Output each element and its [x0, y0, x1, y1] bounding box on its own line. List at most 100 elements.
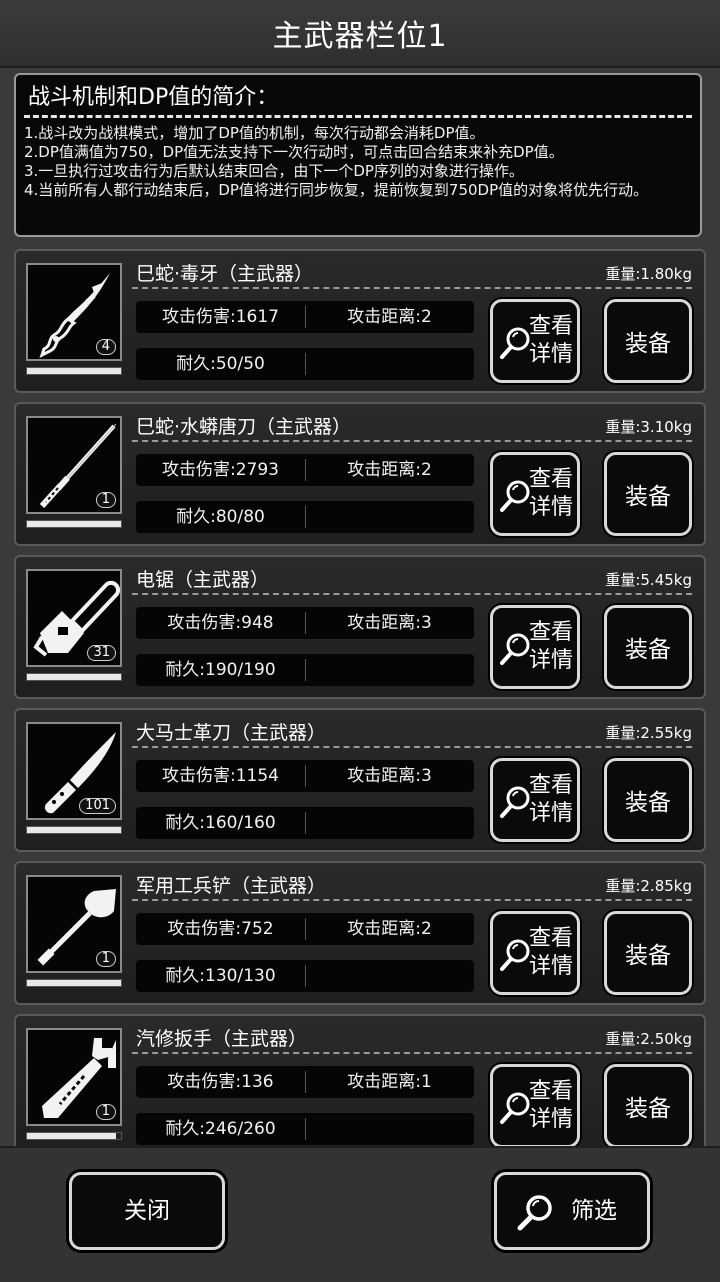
weapon-weight: 重量:3.10kg [605, 418, 692, 436]
equip-button[interactable]: 装备 [604, 1064, 692, 1146]
view-details-label: 查看 [529, 773, 574, 798]
magnifier-icon [500, 786, 530, 818]
view-details-label: 查看 [529, 926, 574, 951]
stat-row: 攻击伤害:2793 攻击距离:2 [136, 454, 474, 486]
filter-label: 筛选 [571, 1198, 617, 1224]
equip-label: 装备 [625, 790, 671, 816]
divider [305, 659, 306, 681]
weapon-thumbnail: 1 [26, 1028, 122, 1126]
stat-row: 攻击伤害:1617 攻击距离:2 [136, 301, 474, 333]
weapon-card: 1 汽修扳手（主武器） 重量:2.50kg 攻击伤害:136 攻击距离:1 耐久… [14, 1014, 706, 1146]
weapon-card: 1 军用工兵铲（主武器） 重量:2.85kg 攻击伤害:752 攻击距离:2 耐… [14, 861, 706, 1005]
weapon-weight: 重量:5.45kg [605, 571, 692, 589]
durability-fill [27, 521, 121, 527]
item-count-badge: 1 [95, 492, 116, 508]
view-details-button[interactable]: 查看 详情 [490, 299, 580, 383]
durability-bar [26, 367, 122, 375]
weapon-list[interactable]: 4 巳蛇·毒牙（主武器） 重量:1.80kg 攻击伤害:1617 攻击距离:2 … [0, 240, 720, 1146]
magnifier-icon [517, 1195, 552, 1231]
durability-bar [26, 520, 122, 528]
weapon-card: 1 巳蛇·水蟒唐刀（主武器） 重量:3.10kg 攻击伤害:2793 攻击距离:… [14, 402, 706, 546]
stat-row: 攻击伤害:136 攻击距离:1 [136, 1066, 474, 1098]
item-count-badge: 1 [95, 1104, 116, 1120]
view-details-button[interactable]: 查看 详情 [490, 1064, 580, 1146]
filter-button[interactable]: 筛选 [494, 1172, 650, 1250]
weapon-name: 巳蛇·水蟒唐刀（主武器） [136, 416, 352, 438]
weapon-name: 军用工兵铲（主武器） [136, 875, 327, 897]
divider [132, 287, 692, 289]
intro-line: 3.一旦执行过攻击行为后默认结束回合，由下一个DP序列的对象进行操作。 [24, 162, 524, 180]
weapon-thumbnail: 1 [26, 875, 122, 973]
weapon-weight: 重量:2.50kg [605, 1030, 692, 1048]
view-details-button[interactable]: 查看 详情 [490, 758, 580, 842]
attack-damage: 攻击伤害:1617 [162, 307, 279, 327]
view-details-button[interactable]: 查看 详情 [490, 911, 580, 995]
divider [132, 440, 692, 442]
durability-value: 耐久:190/190 [165, 660, 276, 680]
divider [132, 746, 692, 748]
magnifier-icon [500, 633, 530, 665]
durability-value: 耐久:80/80 [176, 507, 265, 527]
view-details-label: 详情 [529, 495, 574, 520]
weapon-weight: 重量:1.80kg [605, 265, 692, 283]
weapon-thumbnail: 101 [26, 722, 122, 820]
view-details-label: 详情 [529, 342, 574, 367]
attack-range: 攻击距离:2 [347, 460, 432, 480]
divider [305, 353, 306, 375]
durability-fill [27, 674, 121, 680]
view-details-label: 查看 [529, 620, 574, 645]
item-count-badge: 1 [95, 951, 116, 967]
weapon-thumbnail: 31 [26, 569, 122, 667]
stat-row: 攻击伤害:948 攻击距离:3 [136, 607, 474, 639]
divider [132, 1052, 692, 1054]
weapon-weight: 重量:2.55kg [605, 724, 692, 742]
weapon-thumbnail: 4 [26, 263, 122, 361]
view-details-label: 详情 [529, 801, 574, 826]
intro-line: 4.当前所有人都行动结束后，DP值将进行同步恢复，提前恢复到750DP值的对象将… [24, 181, 649, 199]
weapon-card: 4 巳蛇·毒牙（主武器） 重量:1.80kg 攻击伤害:1617 攻击距离:2 … [14, 249, 706, 393]
view-details-label: 查看 [529, 467, 574, 492]
durability-value: 耐久:160/160 [165, 813, 276, 833]
combat-intro-panel: 战斗机制和DP值的简介： 1.战斗改为战棋模式，增加了DP值的机制，每次行动都会… [14, 73, 702, 237]
equip-button[interactable]: 装备 [604, 605, 692, 689]
equip-button[interactable]: 装备 [604, 452, 692, 536]
attack-damage: 攻击伤害:2793 [162, 460, 279, 480]
equip-label: 装备 [625, 331, 671, 357]
equip-label: 装备 [625, 1096, 671, 1122]
magnifier-icon [500, 327, 530, 359]
view-details-button[interactable]: 查看 详情 [490, 452, 580, 536]
durability-fill [27, 368, 121, 374]
close-label: 关闭 [124, 1198, 170, 1224]
title-bar: 主武器栏位1 [0, 0, 720, 68]
stat-row: 耐久:246/260 [136, 1113, 474, 1145]
durability-fill [27, 1133, 116, 1139]
view-details-button[interactable]: 查看 详情 [490, 605, 580, 689]
weapon-name: 汽修扳手（主武器） [136, 1028, 308, 1050]
intro-line: 1.战斗改为战棋模式，增加了DP值的机制，每次行动都会消耗DP值。 [24, 124, 485, 142]
stat-row: 耐久:50/50 [136, 348, 474, 380]
weapon-card: 101 大马士革刀（主武器） 重量:2.55kg 攻击伤害:1154 攻击距离:… [14, 708, 706, 852]
equip-label: 装备 [625, 943, 671, 969]
intro-line: 2.DP值满值为750，DP值无法支持下一次行动时，可点击回合结束来补充DP值。 [24, 143, 564, 161]
durability-bar [26, 979, 122, 987]
stat-row: 耐久:190/190 [136, 654, 474, 686]
weapon-name: 大马士革刀（主武器） [136, 722, 327, 744]
equip-button[interactable]: 装备 [604, 758, 692, 842]
durability-value: 耐久:50/50 [176, 354, 265, 374]
magnifier-icon [500, 480, 530, 512]
weapon-name: 巳蛇·毒牙（主武器） [136, 263, 314, 285]
divider [132, 899, 692, 901]
weapon-card: 31 电锯（主武器） 重量:5.45kg 攻击伤害:948 攻击距离:3 耐久:… [14, 555, 706, 699]
divider [305, 812, 306, 834]
magnifier-icon [500, 939, 530, 971]
item-count-badge: 101 [79, 798, 116, 814]
attack-damage: 攻击伤害:136 [167, 1072, 274, 1092]
view-details-label: 详情 [529, 648, 574, 673]
equip-button[interactable]: 装备 [604, 299, 692, 383]
attack-range: 攻击距离:1 [347, 1072, 432, 1092]
close-button[interactable]: 关闭 [69, 1172, 225, 1250]
weapon-weight: 重量:2.85kg [605, 877, 692, 895]
divider [132, 593, 692, 595]
magnifier-icon [500, 1092, 530, 1124]
equip-button[interactable]: 装备 [604, 911, 692, 995]
